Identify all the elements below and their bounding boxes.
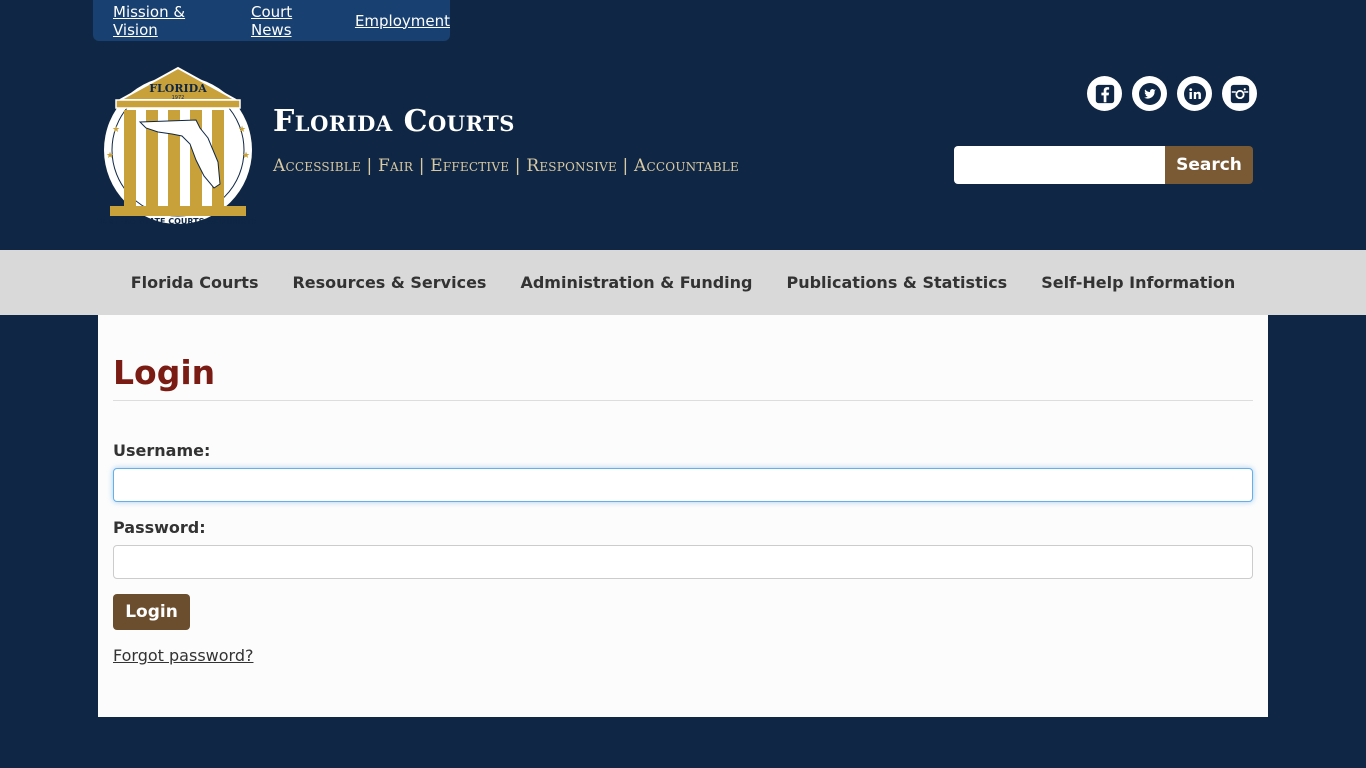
svg-text:★: ★ <box>112 125 120 135</box>
page-title: Login <box>113 353 216 392</box>
svg-text:★: ★ <box>106 151 114 161</box>
osca-seal-logo[interactable]: FLORIDA 1972 ★ ★ ★ ★ OFFICE of the STATE… <box>100 66 256 226</box>
forgot-password-link[interactable]: Forgot password? <box>113 646 253 665</box>
password-label: Password: <box>113 518 206 537</box>
seal-text-ring: OFFICE of the STATE COURTS ADMINISTRATOR <box>100 217 256 226</box>
nav-item-self-help-information[interactable]: Self-Help Information <box>1041 273 1235 292</box>
linkedin-icon[interactable] <box>1177 76 1212 111</box>
search-button[interactable]: Search <box>1165 146 1253 184</box>
search-form: Search <box>954 146 1253 184</box>
utility-nav: Mission & Vision Court News Employment <box>93 0 450 41</box>
svg-text:★: ★ <box>242 151 250 161</box>
site-tagline: Accessible | Fair | Effective | Responsi… <box>273 156 739 176</box>
utility-link-employment[interactable]: Employment <box>355 12 450 30</box>
svg-text:★: ★ <box>238 125 246 135</box>
password-field[interactable] <box>113 545 1253 579</box>
title-divider <box>113 400 1253 401</box>
main-content: Login Username: Password: Login Forgot p… <box>98 315 1268 717</box>
utility-link-court-news[interactable]: Court News <box>251 3 335 39</box>
twitter-icon[interactable] <box>1132 76 1167 111</box>
instagram-icon[interactable] <box>1222 76 1257 111</box>
facebook-icon[interactable] <box>1087 76 1122 111</box>
username-label: Username: <box>113 441 211 460</box>
login-button[interactable]: Login <box>113 594 190 630</box>
main-nav: Florida Courts Resources & Services Admi… <box>0 250 1366 315</box>
nav-item-resources-services[interactable]: Resources & Services <box>292 273 486 292</box>
nav-item-publications-statistics[interactable]: Publications & Statistics <box>786 273 1007 292</box>
search-input[interactable] <box>954 146 1165 184</box>
site-title[interactable]: Florida Courts <box>273 104 515 139</box>
utility-link-mission-vision[interactable]: Mission & Vision <box>113 3 231 39</box>
username-field[interactable] <box>113 468 1253 502</box>
seal-text-florida: FLORIDA <box>149 82 207 95</box>
nav-item-administration-funding[interactable]: Administration & Funding <box>520 273 752 292</box>
social-links <box>1087 76 1257 111</box>
nav-item-florida-courts[interactable]: Florida Courts <box>131 273 259 292</box>
